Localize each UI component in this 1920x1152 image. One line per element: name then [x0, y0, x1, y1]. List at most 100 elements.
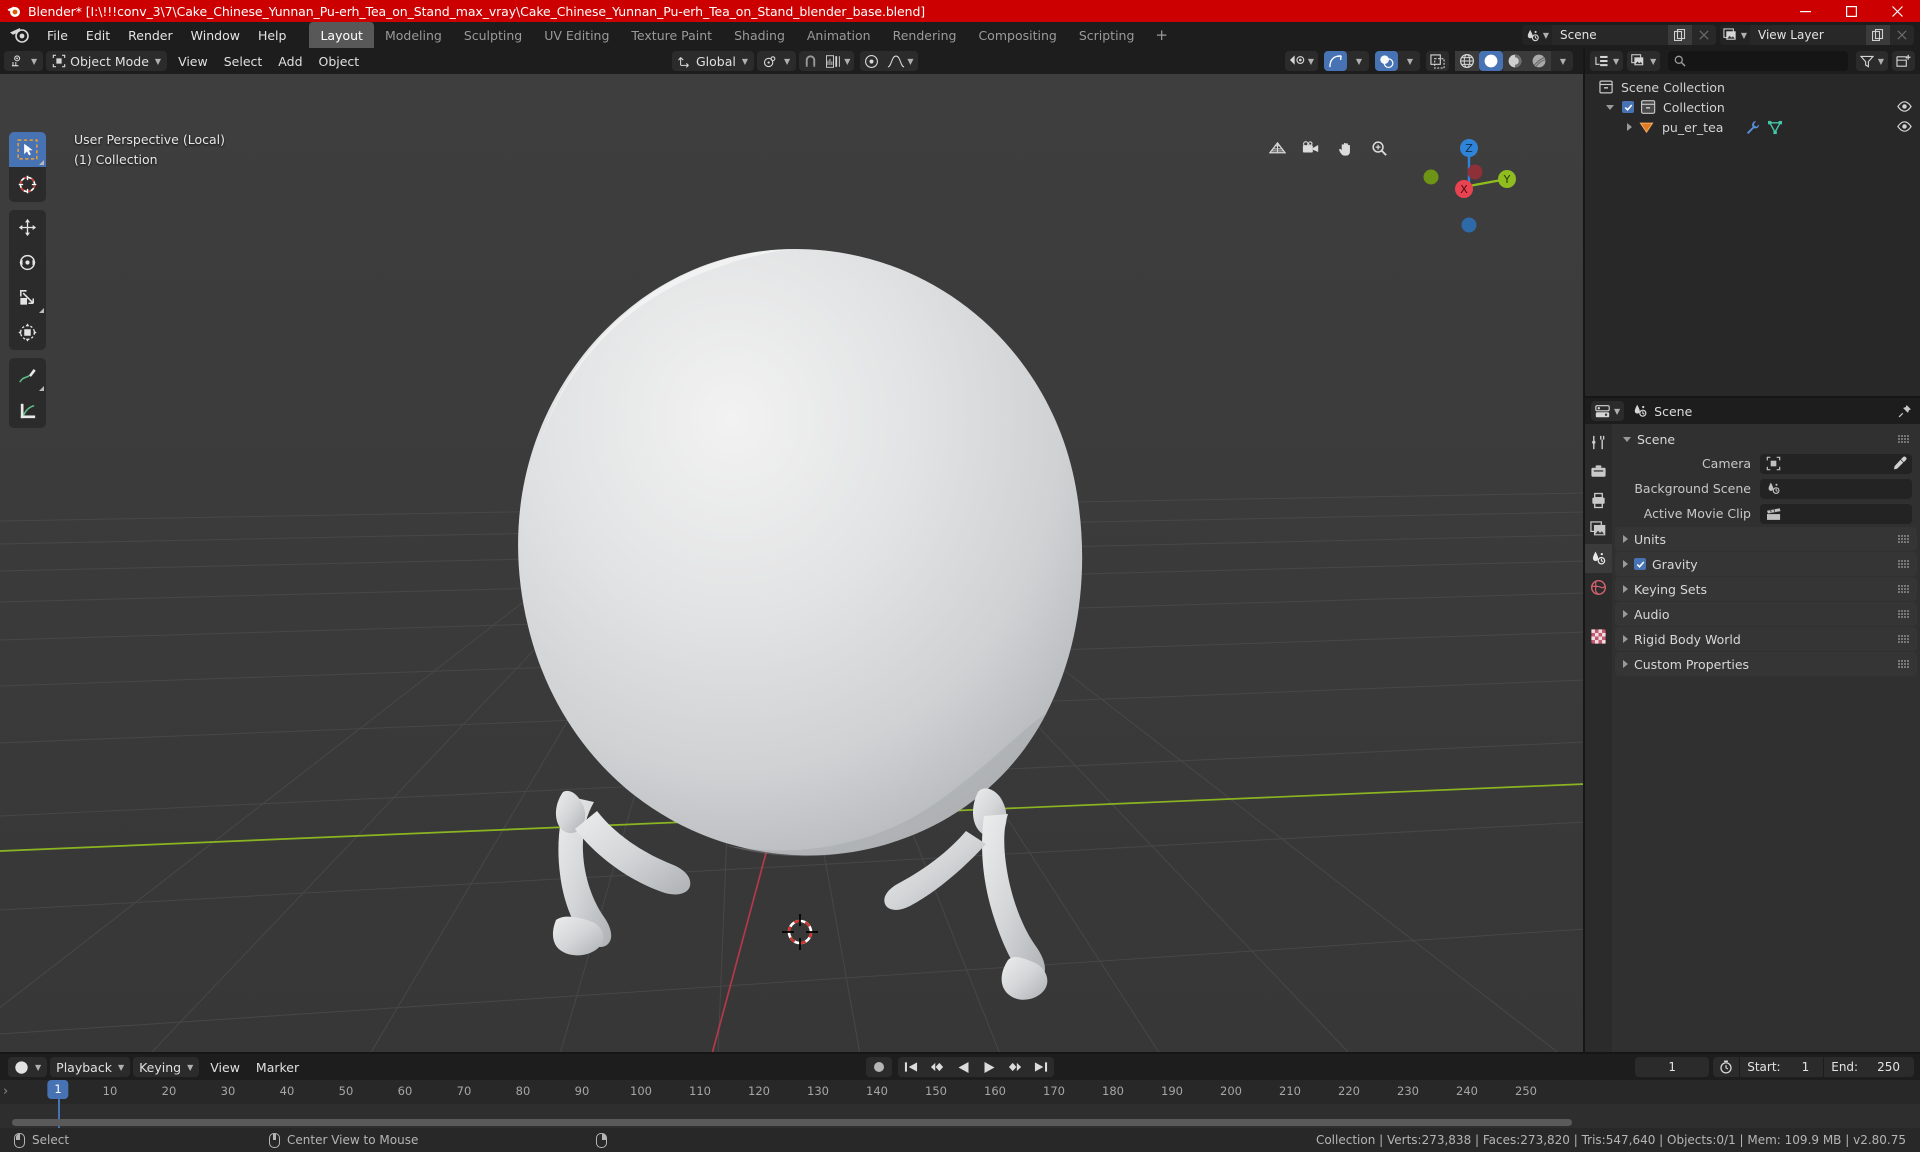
- menu-render[interactable]: Render: [119, 25, 182, 45]
- disclosure-triangle-icon[interactable]: [1623, 535, 1628, 543]
- menu-file[interactable]: File: [38, 25, 77, 45]
- outliner-row-scene-collection[interactable]: Scene Collection: [1585, 77, 1920, 97]
- pin-icon[interactable]: [1898, 404, 1912, 418]
- jump-to-start-button[interactable]: [898, 1057, 924, 1077]
- auto-keying-button[interactable]: [866, 1057, 892, 1077]
- properties-tab-output[interactable]: [1585, 486, 1612, 515]
- collection-enable-checkbox[interactable]: [1622, 101, 1634, 113]
- viewport-3d[interactable]: ▼ Object Mode ▼ View Select Add Object G…: [0, 48, 1585, 1054]
- tab-sculpting[interactable]: Sculpting: [453, 22, 533, 48]
- add-workspace-button[interactable]: +: [1145, 26, 1178, 44]
- viewport-menu-view[interactable]: View: [170, 51, 216, 71]
- shading-rendered-icon[interactable]: [1527, 51, 1551, 71]
- timeline-editor-type-selector[interactable]: ▼: [8, 1057, 48, 1077]
- timeline-editor[interactable]: ▼ Playback ▼ Keying ▼ View Marker 1 Star…: [0, 1054, 1920, 1128]
- unlink-scene-button[interactable]: [1692, 25, 1716, 45]
- menu-edit[interactable]: Edit: [77, 25, 119, 45]
- panel-keying-sets[interactable]: Keying Sets: [1615, 577, 1917, 601]
- panel-scene[interactable]: Scene: [1615, 427, 1917, 451]
- scene-selector[interactable]: ▼ Scene: [1522, 25, 1716, 45]
- show-overlays-icon[interactable]: [1375, 51, 1398, 71]
- timeline-horizontal-scrollbar[interactable]: [12, 1119, 1572, 1126]
- current-frame-field[interactable]: 1: [1635, 1057, 1710, 1077]
- close-button[interactable]: [1874, 0, 1920, 22]
- tool-move[interactable]: [9, 210, 46, 245]
- object-visibility-icon[interactable]: ▼: [1285, 51, 1318, 71]
- tab-uv-editing[interactable]: UV Editing: [533, 22, 620, 48]
- minimize-button[interactable]: [1782, 0, 1828, 22]
- mesh-data-icon[interactable]: [1767, 120, 1783, 135]
- outliner-filter-button[interactable]: ▼: [1855, 51, 1888, 71]
- shading-wireframe-icon[interactable]: [1455, 51, 1479, 71]
- navigation-gizmo[interactable]: Z Y X: [1413, 130, 1525, 242]
- snap-target-selector[interactable]: ▼: [822, 51, 854, 71]
- outliner-search-input[interactable]: [1668, 51, 1848, 71]
- tool-select-box[interactable]: [9, 132, 46, 167]
- tool-annotate[interactable]: [9, 358, 46, 393]
- blender-logo-icon[interactable]: [8, 25, 32, 45]
- disclosure-triangle-icon[interactable]: [1623, 560, 1628, 568]
- background-scene-field[interactable]: [1760, 478, 1912, 499]
- scene-name[interactable]: Scene: [1552, 25, 1668, 45]
- gizmo-options-dropdown[interactable]: ▼: [1347, 51, 1369, 71]
- tab-animation[interactable]: Animation: [796, 22, 882, 48]
- overlay-options-dropdown[interactable]: ▼: [1398, 51, 1420, 71]
- tool-cursor[interactable]: [9, 167, 46, 202]
- menu-help[interactable]: Help: [249, 25, 296, 45]
- outliner-row-collection[interactable]: Collection: [1585, 97, 1920, 117]
- properties-tab-scene[interactable]: [1585, 544, 1612, 573]
- editor-seam-horizontal-timeline[interactable]: [0, 1052, 1920, 1054]
- play-reverse-button[interactable]: [950, 1057, 976, 1077]
- properties-editor[interactable]: ▼ Scene Scene Camera Background Scene Ac…: [1585, 398, 1920, 1054]
- zoom-view-icon[interactable]: [1365, 134, 1393, 162]
- editor-seam-vertical[interactable]: [1583, 48, 1585, 1054]
- viewport-menu-add[interactable]: Add: [270, 51, 310, 71]
- tab-shading[interactable]: Shading: [723, 22, 796, 48]
- panel-units[interactable]: Units: [1615, 527, 1917, 551]
- object-visibility-toggle[interactable]: [1897, 119, 1912, 137]
- timeline-playhead-label[interactable]: 1: [47, 1080, 69, 1099]
- timeline-ruler[interactable]: 10 20 30 40 50 60 70 80 90 100 110 120 1…: [0, 1080, 1920, 1104]
- active-movie-clip-field[interactable]: [1760, 503, 1912, 524]
- object-mode-selector[interactable]: Object Mode ▼: [46, 51, 168, 71]
- disclosure-triangle-icon[interactable]: [1623, 610, 1628, 618]
- tab-rendering[interactable]: Rendering: [882, 22, 968, 48]
- snap-magnet-icon[interactable]: [799, 51, 822, 71]
- menu-window[interactable]: Window: [182, 25, 249, 45]
- editor-seam-horizontal[interactable]: [1585, 396, 1920, 398]
- panel-rigid-body-world[interactable]: Rigid Body World: [1615, 627, 1917, 651]
- toggle-orthographic-icon[interactable]: [1263, 134, 1291, 162]
- panel-gravity[interactable]: Gravity: [1615, 552, 1917, 576]
- disclosure-triangle-icon[interactable]: [1623, 660, 1628, 668]
- disclosure-triangle-icon[interactable]: [1606, 104, 1614, 110]
- outliner-new-collection-button[interactable]: [1892, 51, 1915, 71]
- editor-type-selector[interactable]: ▼: [4, 51, 44, 71]
- viewport-menu-object[interactable]: Object: [311, 51, 368, 71]
- outliner-display-mode-selector[interactable]: ▼: [1627, 51, 1661, 71]
- disclosure-triangle-icon[interactable]: [1623, 585, 1628, 593]
- properties-tab-view-layer[interactable]: [1585, 515, 1612, 544]
- viewport-canvas[interactable]: [0, 74, 1585, 1054]
- show-gizmo-icon[interactable]: [1324, 51, 1347, 71]
- remove-view-layer-button[interactable]: [1890, 25, 1914, 45]
- properties-editor-type-selector[interactable]: ▼: [1591, 401, 1625, 421]
- timeline-menu-view[interactable]: View: [202, 1057, 248, 1077]
- disclosure-triangle-icon[interactable]: [1623, 635, 1628, 643]
- maximize-button[interactable]: [1828, 0, 1874, 22]
- tab-scripting[interactable]: Scripting: [1068, 22, 1146, 48]
- new-view-layer-button[interactable]: [1866, 25, 1890, 45]
- panel-audio[interactable]: Audio: [1615, 602, 1917, 626]
- timeline-menu-marker[interactable]: Marker: [248, 1057, 307, 1077]
- disclosure-triangle-icon[interactable]: [1627, 123, 1632, 131]
- outliner-editor[interactable]: ▼ ▼ ▼ Scene Collection Collection pu_er_…: [1585, 48, 1920, 398]
- timeline-menu-playback[interactable]: Playback ▼: [50, 1057, 131, 1077]
- falloff-type-selector[interactable]: ▼: [883, 51, 917, 71]
- properties-tab-object[interactable]: [1585, 602, 1612, 622]
- properties-tab-texture[interactable]: [1585, 622, 1612, 651]
- outliner-row-pu-er-tea[interactable]: pu_er_tea: [1585, 117, 1920, 137]
- properties-tab-world[interactable]: [1585, 573, 1612, 602]
- view-layer-selector[interactable]: ▼ View Layer: [1720, 25, 1914, 45]
- transform-orientation-selector[interactable]: Global ▼: [672, 51, 755, 71]
- shading-options-dropdown[interactable]: ▼: [1551, 51, 1573, 71]
- camera-field[interactable]: [1760, 453, 1912, 474]
